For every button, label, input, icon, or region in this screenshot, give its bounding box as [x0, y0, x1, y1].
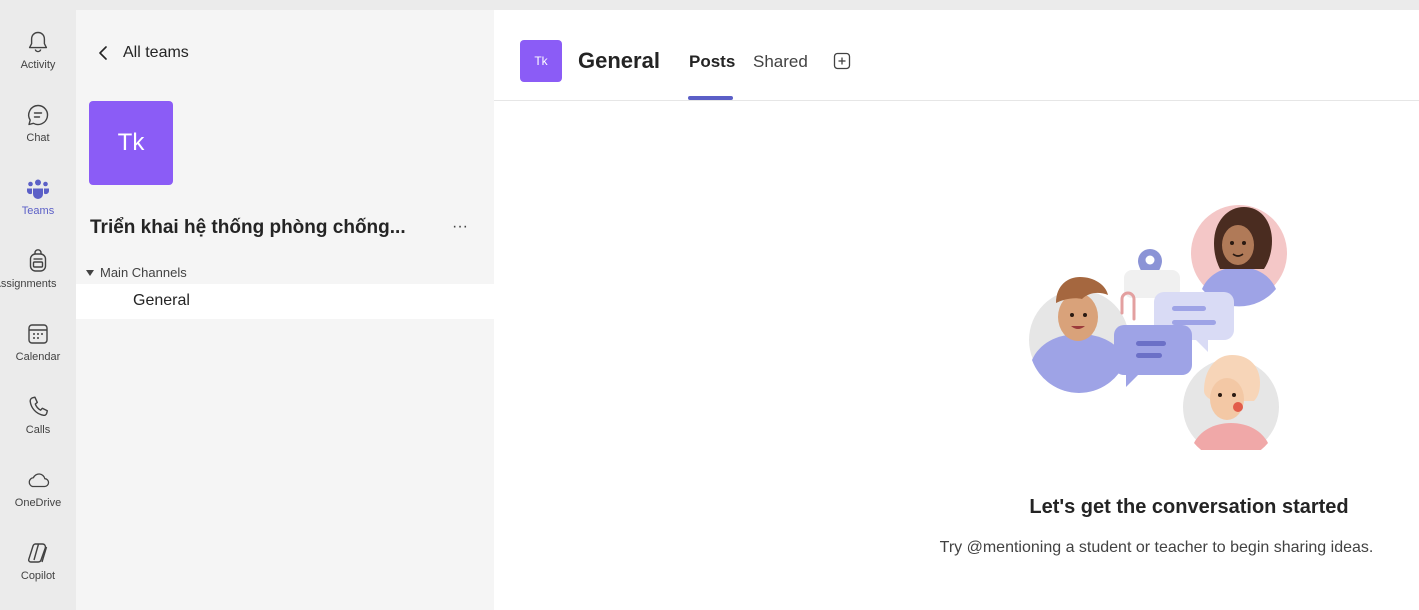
channel-header: Tk General Posts Shared	[494, 10, 1419, 101]
copilot-icon	[26, 541, 50, 565]
conversation-illustration	[1024, 185, 1296, 461]
rail-item-calendar[interactable]: Calendar	[0, 316, 76, 382]
more-options-button[interactable]: ···	[446, 215, 474, 239]
rail-item-activity[interactable]: Activity	[0, 24, 76, 90]
empty-state-subline: Try @mentioning a student or teacher to …	[939, 539, 1374, 556]
rail-item-assignments[interactable]: Assignments	[0, 243, 76, 309]
rail-label: Copilot	[20, 570, 56, 582]
chevron-left-icon	[98, 45, 112, 61]
channel-label: General	[133, 292, 190, 309]
add-tab-icon	[833, 52, 851, 70]
teams-icon	[26, 176, 50, 200]
add-tab-button[interactable]	[833, 52, 851, 70]
backpack-icon	[26, 249, 50, 273]
all-teams-back-button[interactable]: All teams	[98, 44, 189, 62]
rail-label: OneDrive	[14, 497, 62, 509]
channel-item-general[interactable]: General	[76, 284, 494, 319]
section-label: Main Channels	[100, 265, 187, 280]
team-avatar: Tk	[89, 101, 173, 185]
calendar-icon	[26, 322, 50, 346]
team-panel: All teams Tk Triển khai hệ thống phòng c…	[76, 10, 494, 610]
top-strip	[0, 0, 1419, 10]
tab-shared[interactable]: Shared	[753, 52, 808, 72]
rail-item-copilot[interactable]: Copilot	[0, 535, 76, 601]
rail-label: Chat	[26, 132, 50, 144]
empty-state-headline: Let's get the conversation started	[1029, 496, 1349, 518]
channel-avatar: Tk	[520, 40, 562, 82]
phone-icon	[26, 395, 50, 419]
caret-down-icon	[86, 268, 96, 278]
app-rail: Activity Chat Teams Assignments Calendar…	[0, 10, 76, 610]
channel-title: General	[578, 48, 660, 73]
rail-label: Activity	[20, 59, 56, 71]
team-name: Triển khai hệ thống phòng chống...	[90, 217, 406, 238]
tab-posts[interactable]: Posts	[689, 52, 735, 72]
all-teams-label: All teams	[123, 44, 189, 61]
rail-label: Calendar	[15, 351, 61, 363]
rail-item-onedrive[interactable]: OneDrive	[0, 462, 76, 528]
chat-icon	[26, 103, 50, 127]
channel-main: Tk General Posts Shared Let's get the co…	[494, 10, 1419, 610]
active-tab-indicator	[688, 96, 733, 100]
rail-item-chat[interactable]: Chat	[0, 97, 76, 163]
rail-label: Calls	[25, 424, 51, 436]
rail-label: Assignments	[0, 278, 57, 290]
bell-icon	[26, 30, 50, 54]
rail-label: Teams	[21, 205, 55, 217]
main-channels-section[interactable]: Main Channels	[86, 265, 187, 280]
cloud-icon	[26, 468, 50, 492]
rail-item-teams[interactable]: Teams	[0, 170, 76, 236]
rail-item-calls[interactable]: Calls	[0, 389, 76, 455]
